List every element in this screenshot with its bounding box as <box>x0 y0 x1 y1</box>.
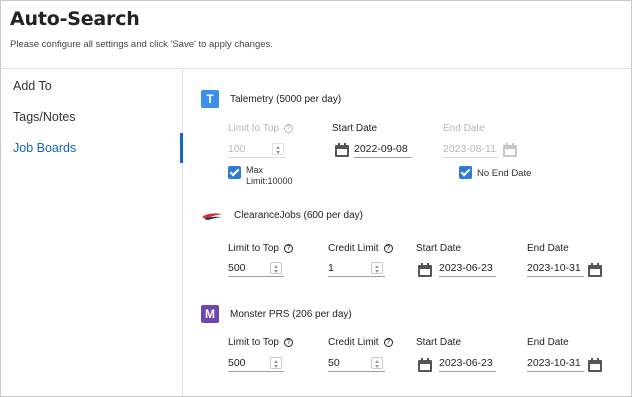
limit-to-top-label: Limit to Top? <box>228 123 293 134</box>
end-date-label: End Date <box>443 123 485 134</box>
end-date-input[interactable]: 2023-10-31 <box>527 259 584 277</box>
page-subtitle: Please configure all settings and click … <box>10 39 273 50</box>
page-header: Auto-Search Please configure all setting… <box>1 1 631 69</box>
help-icon[interactable]: ? <box>383 338 393 347</box>
no-end-date-label: No End Date <box>477 168 532 179</box>
start-date-label: Start Date <box>332 123 378 134</box>
help-icon[interactable]: ? <box>283 124 293 133</box>
credit-limit-label: Credit Limit? <box>328 337 393 348</box>
end-date-label: End Date <box>527 337 569 348</box>
credit-limit-input[interactable]: 50 <box>328 354 385 372</box>
calendar-icon[interactable] <box>418 358 432 372</box>
start-date-input[interactable]: 2023-06-23 <box>439 354 496 372</box>
start-date-input[interactable]: 2023-06-23 <box>439 259 496 277</box>
calendar-icon[interactable] <box>588 263 602 277</box>
credit-limit-input[interactable]: 1 <box>328 259 385 277</box>
end-date-label: End Date <box>527 243 569 254</box>
max-limit-label: Max Limit:10000 <box>246 165 293 186</box>
calendar-icon[interactable] <box>503 143 517 157</box>
clearancejobs-logo-icon <box>202 212 222 220</box>
limit-to-top-input[interactable]: 100 <box>228 140 286 158</box>
help-icon[interactable]: ? <box>283 244 293 253</box>
board-name: Monster PRS (206 per day) <box>230 308 352 320</box>
stepper-icon[interactable] <box>371 262 383 274</box>
board-name: Talemetry (5000 per day) <box>230 93 342 105</box>
monster-logo-icon: M <box>201 305 219 323</box>
stepper-icon[interactable] <box>371 357 383 369</box>
sidebar-item-tags-notes[interactable]: Tags/Notes <box>1 102 183 132</box>
board-header: ClearanceJobs (600 per day) <box>201 210 363 221</box>
calendar-icon[interactable] <box>588 358 602 372</box>
sidebar-item-add-to[interactable]: Add To <box>1 71 183 101</box>
max-limit-checkbox[interactable] <box>228 166 241 179</box>
no-end-date-checkbox[interactable] <box>459 166 472 179</box>
sidebar-item-job-boards[interactable]: Job Boards <box>1 133 183 163</box>
talemetry-logo-icon: T <box>201 90 219 108</box>
job-boards-panel: T Talemetry (5000 per day) Limit to Top?… <box>184 69 631 396</box>
page-title: Auto-Search <box>10 8 140 30</box>
board-header: M Monster PRS (206 per day) <box>201 305 352 323</box>
start-date-input[interactable]: 2022-09-08 <box>354 140 412 158</box>
limit-to-top-label: Limit to Top? <box>228 243 293 254</box>
board-name: ClearanceJobs (600 per day) <box>234 210 363 221</box>
help-icon[interactable]: ? <box>283 338 293 347</box>
start-date-label: Start Date <box>416 337 462 348</box>
limit-to-top-input[interactable]: 500 <box>228 354 284 372</box>
limit-to-top-label: Limit to Top? <box>228 337 293 348</box>
stepper-icon[interactable] <box>272 143 284 155</box>
stepper-icon[interactable] <box>270 357 282 369</box>
calendar-icon[interactable] <box>418 263 432 277</box>
start-date-label: Start Date <box>416 243 462 254</box>
sidebar: Add To Tags/Notes Job Boards <box>1 69 183 396</box>
help-icon[interactable]: ? <box>383 244 393 253</box>
credit-limit-label: Credit Limit? <box>328 243 393 254</box>
calendar-icon[interactable] <box>335 143 349 157</box>
limit-to-top-input[interactable]: 500 <box>228 259 284 277</box>
stepper-icon[interactable] <box>270 262 282 274</box>
board-header: T Talemetry (5000 per day) <box>201 90 341 108</box>
end-date-input[interactable]: 2023-08-11 <box>443 140 499 158</box>
end-date-input[interactable]: 2023-10-31 <box>527 354 584 372</box>
